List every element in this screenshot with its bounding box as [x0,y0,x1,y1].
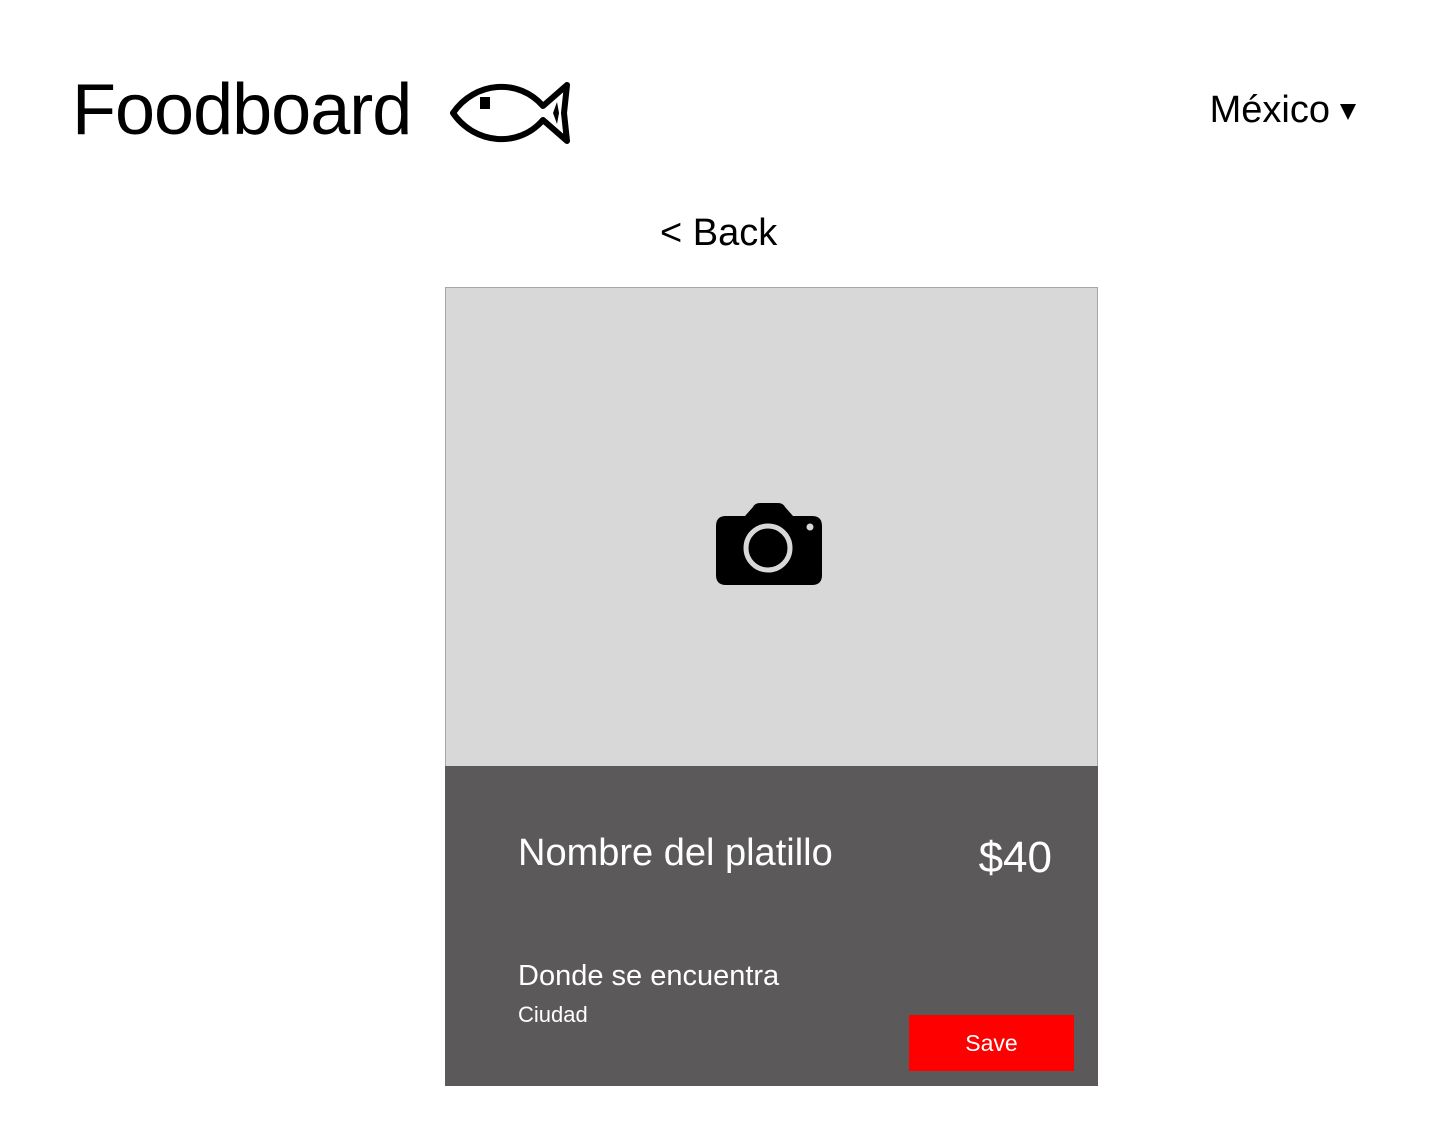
save-button[interactable]: Save [909,1015,1074,1071]
dish-price: $40 [978,833,1052,882]
dish-info-panel: Nombre del platillo $40 Donde se encuent… [445,766,1098,1086]
dish-image-placeholder[interactable] [445,287,1098,766]
country-selector[interactable]: México [1210,86,1356,134]
location-label: Donde se encuentra [518,960,780,992]
brand[interactable]: Foodboard [72,62,573,158]
fish-icon [450,82,571,144]
brand-title: Foodboard [72,70,412,150]
back-link[interactable]: < Back [660,208,777,258]
dish-name: Nombre del platillo [518,832,833,874]
caret-down-icon [1340,104,1356,120]
camera-icon [716,503,822,585]
country-selected-label: México [1209,89,1330,131]
dish-card: Nombre del platillo $40 Donde se encuent… [445,287,1098,1086]
city-label: Ciudad [518,1002,588,1027]
